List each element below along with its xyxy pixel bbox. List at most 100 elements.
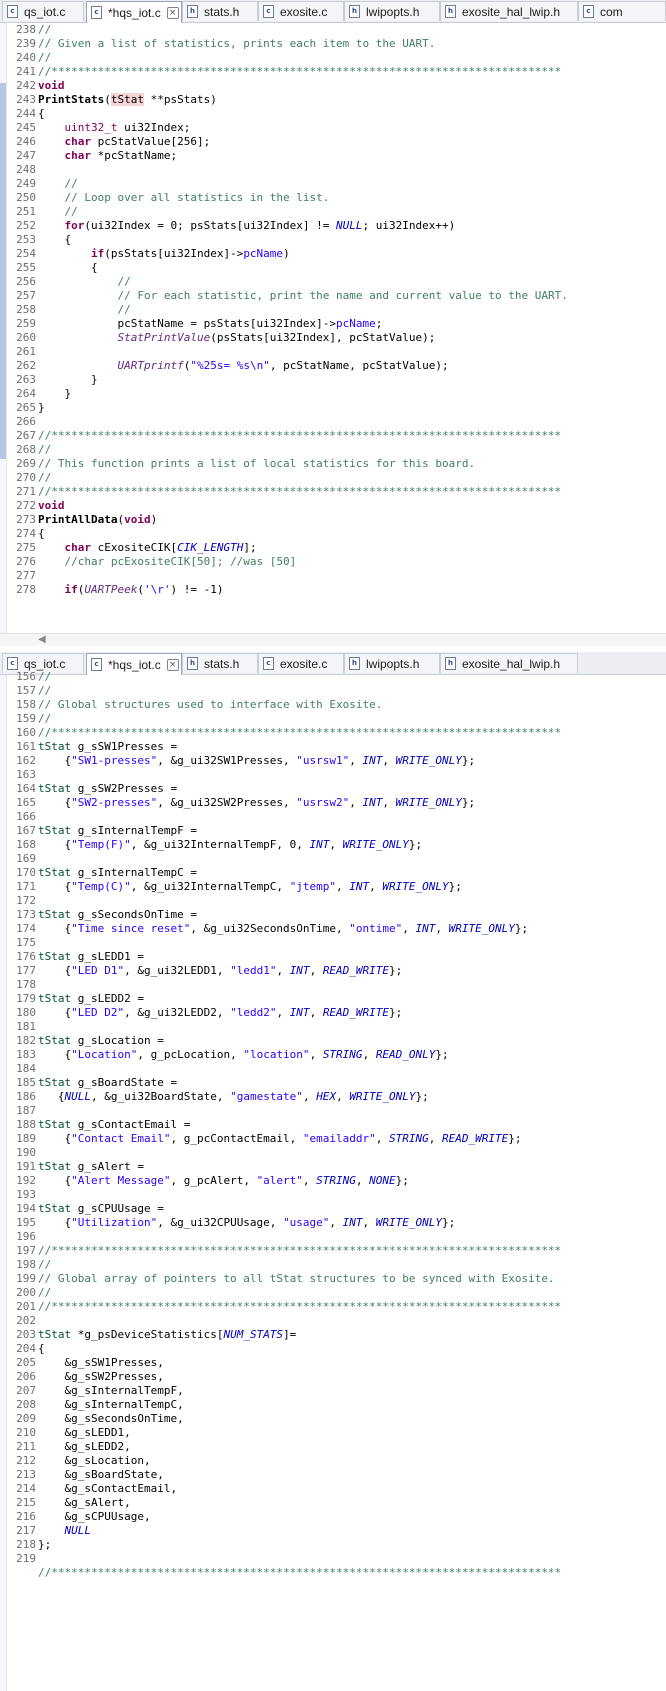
code-line[interactable]: 189 {"Contact Email", g_pcContactEmail, … [6,1132,666,1146]
tab-exosite-hal-lwip-h[interactable]: h exosite_hal_lwip.h [440,1,578,21]
code-line[interactable]: 267//***********************************… [6,429,666,443]
code-line[interactable]: 165 {"SW2-presses", &g_ui32SW2Presses, "… [6,796,666,810]
code-line[interactable]: 159// [6,712,666,726]
code-line[interactable]: 190 [6,1146,666,1160]
code-line[interactable]: 274{ [6,527,666,541]
code-line[interactable]: 166 [6,810,666,824]
tab-stats-h[interactable]: h stats.h [182,1,258,21]
code-line[interactable]: //**************************************… [6,1566,666,1580]
code-line[interactable]: 238// [6,23,666,37]
code-line[interactable]: 158// Global structures used to interfac… [6,698,666,712]
code-line[interactable]: 216 &g_sCPUUsage, [6,1510,666,1524]
code-line[interactable]: 179 tStat g_sLEDD2 = [6,992,666,1006]
code-line[interactable]: 186 {NULL, &g_ui32BoardState, "gamestate… [6,1090,666,1104]
code-line[interactable]: 161 tStat g_sSW1Presses = [6,740,666,754]
code-line[interactable]: 180 {"LED D2", &g_ui32LEDD2, "ledd2", IN… [6,1006,666,1020]
code-line[interactable]: 177 {"LED D1", &g_ui32LEDD1, "ledd1", IN… [6,964,666,978]
code-line[interactable]: 172 [6,894,666,908]
code-line[interactable]: 256 // [6,275,666,289]
code-line[interactable]: 174 {"Time since reset", &g_ui32SecondsO… [6,922,666,936]
code-line[interactable]: 270// [6,471,666,485]
code-line[interactable]: 204{ [6,1342,666,1356]
code-line[interactable]: 169 [6,852,666,866]
code-line[interactable]: 246 char pcStatValue[256]; [6,135,666,149]
code-line[interactable]: 194 tStat g_sCPUUsage = [6,1202,666,1216]
code-line[interactable]: 278 if(UARTPeek('\r') != -1) [6,583,666,597]
close-tab-icon[interactable]: × [166,6,179,19]
bottom-code-editor[interactable]: 156//157//158// Global structures used t… [0,670,666,1691]
code-line[interactable]: 260 StatPrintValue(psStats[ui32Index], p… [6,331,666,345]
scroll-left-arrow-icon[interactable]: ◀ [38,634,46,646]
code-line[interactable]: 184 [6,1062,666,1076]
code-line[interactable]: 192 {"Alert Message", g_pcAlert, "alert"… [6,1174,666,1188]
code-line[interactable]: 218}; [6,1538,666,1552]
code-line[interactable]: 160//***********************************… [6,726,666,740]
code-line[interactable]: 203 tStat *g_psDeviceStatistics[NUM_STATS… [6,1328,666,1342]
code-line[interactable]: 262 UARTprintf("%25s= %s\n", pcStatName,… [6,359,666,373]
code-line[interactable]: 164 tStat g_sSW2Presses = [6,782,666,796]
code-line[interactable]: 211 &g_sLEDD2, [6,1440,666,1454]
code-line[interactable]: 219 [6,1552,666,1566]
code-line[interactable]: 210 &g_sLEDD1, [6,1426,666,1440]
code-line[interactable]: 253 { [6,233,666,247]
code-line[interactable]: 156// [6,670,666,684]
close-tab-icon[interactable]: × [166,658,179,671]
code-line[interactable]: 269// This function prints a list of loc… [6,457,666,471]
code-line[interactable]: 250 // Loop over all statistics in the l… [6,191,666,205]
code-line[interactable]: 195 {"Utilization", &g_ui32CPUUsage, "us… [6,1216,666,1230]
code-line[interactable]: 244{ [6,107,666,121]
code-line[interactable]: 254 if(psStats[ui32Index]->pcName) [6,247,666,261]
code-line[interactable]: 206 &g_sSW2Presses, [6,1370,666,1384]
code-line[interactable]: 162 {"SW1-presses", &g_ui32SW1Presses, "… [6,754,666,768]
code-line[interactable]: 249 // [6,177,666,191]
code-line[interactable]: 201//***********************************… [6,1300,666,1314]
code-line[interactable]: 198// [6,1258,666,1272]
code-line[interactable]: 185 tStat g_sBoardState = [6,1076,666,1090]
code-line[interactable]: 157// [6,684,666,698]
code-line[interactable]: 187 [6,1104,666,1118]
code-line[interactable]: 271//***********************************… [6,485,666,499]
code-line[interactable]: 241//***********************************… [6,65,666,79]
code-line[interactable]: 215 &g_sAlert, [6,1496,666,1510]
code-line[interactable]: 173 tStat g_sSecondsOnTime = [6,908,666,922]
tab-hqs-iot-c[interactable]: c *hqs_iot.c × [86,1,182,23]
code-line[interactable]: 205 &g_sSW1Presses, [6,1356,666,1370]
code-line[interactable]: 239// Given a list of statistics, prints… [6,37,666,51]
code-line[interactable]: 273 PrintAllData(void) [6,513,666,527]
code-line[interactable]: 259 pcStatName = psStats[ui32Index]->pcN… [6,317,666,331]
code-line[interactable]: 275 char cExositeCIK[CIK_LENGTH]; [6,541,666,555]
code-line[interactable]: 181 [6,1020,666,1034]
code-line[interactable]: 272 void [6,499,666,513]
tab-com[interactable]: c com [578,1,666,21]
code-line[interactable]: 168 {"Temp(F)", &g_ui32InternalTempF, 0,… [6,838,666,852]
code-line[interactable]: 243 PrintStats(tStat **psStats) [6,93,666,107]
code-line[interactable]: 277 [6,569,666,583]
code-line[interactable]: 264 } [6,387,666,401]
code-line[interactable]: 213 &g_sBoardState, [6,1468,666,1482]
code-line[interactable]: 247 char *pcStatName; [6,149,666,163]
code-line[interactable]: 255 { [6,261,666,275]
code-line[interactable]: 196 [6,1230,666,1244]
code-line[interactable]: 212 &g_sLocation, [6,1454,666,1468]
code-line[interactable]: 193 [6,1188,666,1202]
code-line[interactable]: 252 for(ui32Index = 0; psStats[ui32Index… [6,219,666,233]
code-line[interactable]: 248 [6,163,666,177]
code-line[interactable]: 276 //char pcExositeCIK[50]; //was [50] [6,555,666,569]
code-line[interactable]: 266 [6,415,666,429]
code-line[interactable]: 214 &g_sContactEmail, [6,1482,666,1496]
code-line[interactable]: 245 uint32_t ui32Index; [6,121,666,135]
top-horizontal-scrollbar[interactable]: ◀ [0,633,666,646]
code-line[interactable]: 175 [6,936,666,950]
code-line[interactable]: 176 tStat g_sLEDD1 = [6,950,666,964]
code-line[interactable]: 257 // For each statistic, print the nam… [6,289,666,303]
code-line[interactable]: 261 [6,345,666,359]
code-line[interactable]: 208 &g_sInternalTempC, [6,1398,666,1412]
code-line[interactable]: 242 void [6,79,666,93]
code-line[interactable]: 209 &g_sSecondsOnTime, [6,1412,666,1426]
code-line[interactable]: 191 tStat g_sAlert = [6,1160,666,1174]
code-line[interactable]: 268// [6,443,666,457]
code-line[interactable]: 202 [6,1314,666,1328]
code-line[interactable]: 197//***********************************… [6,1244,666,1258]
top-code-editor[interactable]: 238//239// Given a list of statistics, p… [0,23,666,643]
code-line[interactable]: 182 tStat g_sLocation = [6,1034,666,1048]
